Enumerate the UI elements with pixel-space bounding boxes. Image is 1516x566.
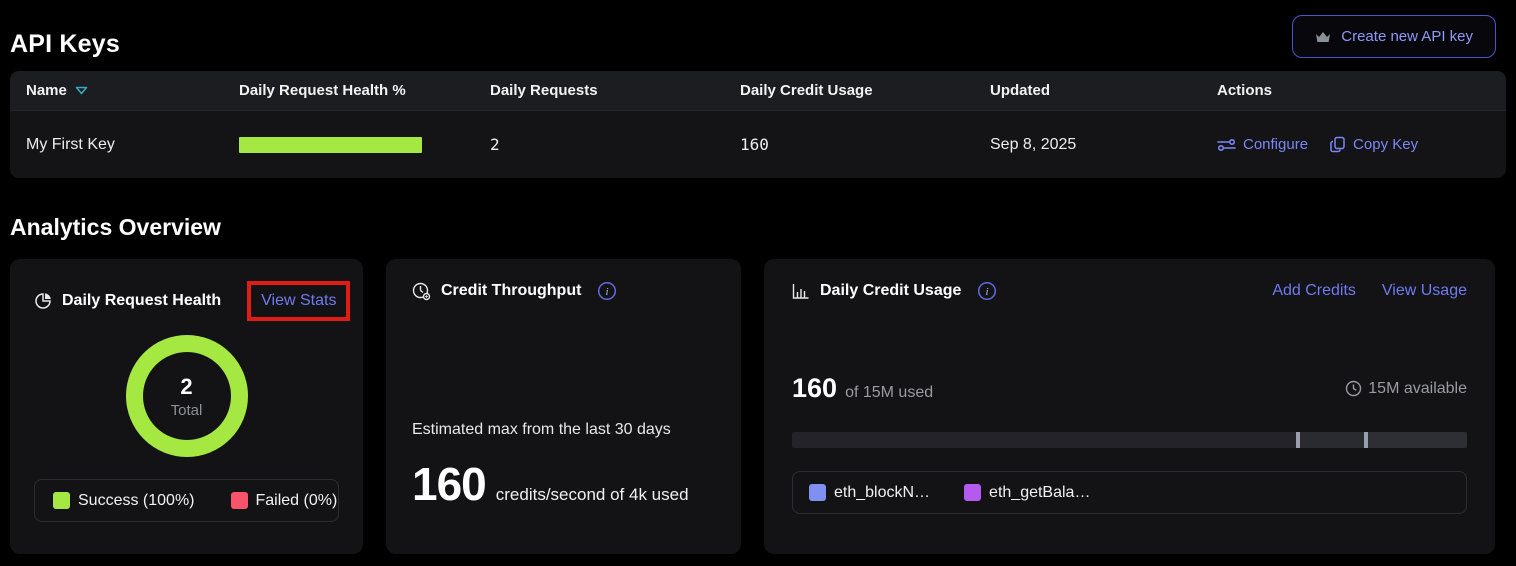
daily-requests-cell: 2: [490, 135, 740, 154]
credits-available-label: 15M available: [1368, 380, 1467, 398]
legend-item-failed: Failed (0%): [231, 492, 338, 510]
pie-chart-icon: [34, 292, 52, 310]
throughput-unit: credits/second of 4k used: [496, 485, 689, 505]
credit-usage-progress-bar: [792, 432, 1467, 448]
legend-item-blocknumber: eth_blockN…: [809, 484, 930, 502]
column-header-updated: Updated: [990, 82, 1217, 99]
view-stats-link[interactable]: View Stats: [261, 292, 336, 309]
credit-usage-card-header: Daily Credit Usage i Add Credits View Us…: [792, 281, 1467, 301]
view-usage-link[interactable]: View Usage: [1382, 282, 1467, 300]
health-legend: Success (100%) Failed (0%): [34, 479, 339, 522]
credit-usage-legend: eth_blockN… eth_getBala…: [792, 471, 1467, 514]
credit-throughput-card: Credit Throughput i Estimated max from t…: [386, 259, 741, 554]
throughput-card-header: Credit Throughput i: [412, 281, 715, 301]
credits-used-label: of 15M used: [845, 384, 933, 402]
throughput-card-title: Credit Throughput: [441, 282, 581, 300]
donut-total-value: 2: [180, 374, 192, 400]
success-label: Success (100%): [78, 492, 195, 510]
configure-button[interactable]: Configure: [1217, 136, 1308, 153]
api-keys-dashboard: API Keys Create new API key Name Daily R…: [0, 0, 1516, 566]
daily-credit-usage-cell: 160: [740, 135, 990, 154]
credits-used-value: 160: [792, 373, 837, 404]
throughput-subtitle: Estimated max from the last 30 days: [412, 421, 715, 439]
daily-request-health-card: Daily Request Health View Stats 2 Total …: [10, 259, 363, 554]
donut-total-label: Total: [171, 402, 203, 419]
blocknumber-swatch: [809, 484, 826, 501]
copy-icon: [1330, 136, 1346, 153]
column-header-credit-usage: Daily Credit Usage: [740, 82, 990, 99]
analytics-cards: Daily Request Health View Stats 2 Total …: [10, 259, 1495, 554]
updated-cell: Sep 8, 2025: [990, 136, 1217, 154]
svg-text:i: i: [606, 286, 609, 298]
create-api-key-button[interactable]: Create new API key: [1292, 15, 1496, 58]
health-bar-cell: [239, 137, 490, 153]
table-row[interactable]: My First Key 2 160 Sep 8, 2025 Configure: [10, 110, 1506, 178]
info-icon[interactable]: i: [977, 281, 997, 301]
copy-key-label: Copy Key: [1353, 136, 1418, 153]
column-header-name[interactable]: Name: [26, 82, 239, 99]
getbalance-swatch: [964, 484, 981, 501]
info-icon[interactable]: i: [597, 281, 617, 301]
copy-key-button[interactable]: Copy Key: [1330, 136, 1418, 153]
credits-available: 15M available: [1345, 380, 1467, 398]
column-header-health: Daily Request Health %: [239, 82, 490, 99]
crown-icon: [1315, 30, 1331, 44]
actions-cell: Configure Copy Key: [1217, 136, 1506, 153]
throughput-value: 160: [412, 457, 486, 511]
sort-chevron-icon[interactable]: [75, 86, 88, 95]
health-card-header: Daily Request Health View Stats: [34, 281, 339, 321]
health-progress-bar: [239, 137, 422, 153]
usage-stat-row: 160 of 15M used 15M available: [792, 373, 1467, 404]
configure-label: Configure: [1243, 136, 1308, 153]
failed-swatch: [231, 492, 248, 509]
success-swatch: [53, 492, 70, 509]
legend-item-success: Success (100%): [53, 492, 195, 510]
column-header-requests: Daily Requests: [490, 82, 740, 99]
bar-tick-1: [1296, 432, 1300, 448]
legend-item-getbalance: eth_getBala…: [964, 484, 1090, 502]
create-api-key-label: Create new API key: [1341, 28, 1473, 45]
column-header-actions: Actions: [1217, 82, 1506, 99]
blocknumber-label: eth_blockN…: [834, 484, 930, 502]
daily-credit-usage-card: Daily Credit Usage i Add Credits View Us…: [764, 259, 1495, 554]
table-header-row: Name Daily Request Health % Daily Reques…: [10, 71, 1506, 110]
failed-label: Failed (0%): [256, 492, 338, 510]
annotation-highlight-box: View Stats: [247, 281, 350, 321]
getbalance-label: eth_getBala…: [989, 484, 1090, 502]
credit-usage-links: Add Credits View Usage: [1272, 282, 1467, 300]
api-keys-table: Name Daily Request Health % Daily Reques…: [10, 71, 1506, 178]
analytics-overview-title: Analytics Overview: [10, 214, 1516, 241]
bar-chart-icon: [792, 283, 810, 300]
health-donut-wrap: 2 Total: [34, 335, 339, 457]
bar-tick-2: [1364, 432, 1368, 448]
bar-segment-end: [1364, 432, 1467, 448]
svg-text:i: i: [986, 286, 989, 298]
sliders-icon: [1217, 137, 1236, 153]
page-header: API Keys Create new API key: [0, 0, 1516, 59]
clock-icon: [1345, 380, 1362, 397]
page-title: API Keys: [10, 30, 120, 59]
credit-usage-card-title: Daily Credit Usage: [820, 282, 961, 300]
key-name-cell: My First Key: [26, 136, 239, 154]
health-card-title: Daily Request Health: [62, 292, 221, 310]
gauge-icon: [412, 282, 431, 301]
add-credits-link[interactable]: Add Credits: [1272, 282, 1356, 300]
throughput-value-row: 160 credits/second of 4k used: [412, 457, 715, 511]
health-donut-chart: 2 Total: [126, 335, 248, 457]
